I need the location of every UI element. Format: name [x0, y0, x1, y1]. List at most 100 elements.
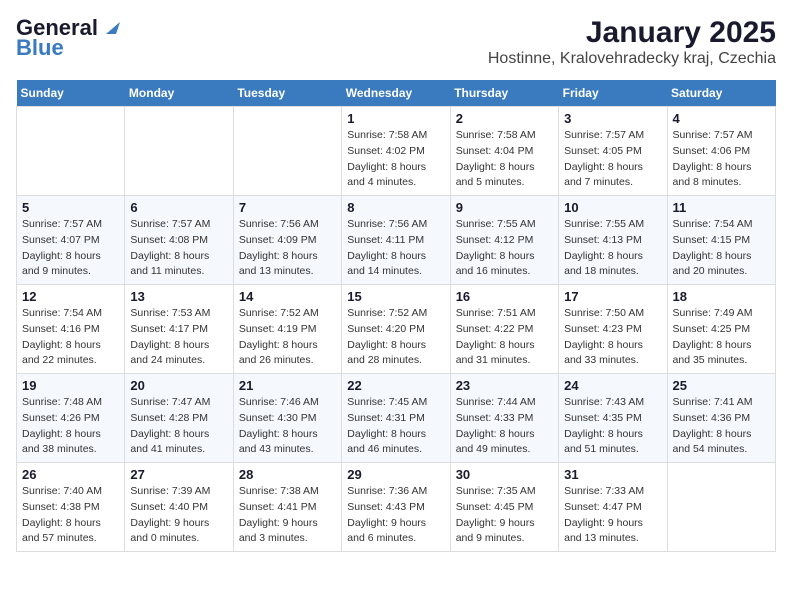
title-block: January 2025 Hostinne, Kralovehradecky k… — [488, 16, 776, 68]
day-number: 31 — [564, 467, 661, 482]
day-number: 17 — [564, 289, 661, 304]
day-detail: Sunrise: 7:38 AMSunset: 4:41 PMDaylight:… — [239, 484, 336, 547]
day-number: 25 — [673, 378, 770, 393]
day-detail: Sunrise: 7:49 AMSunset: 4:25 PMDaylight:… — [673, 306, 770, 369]
day-number: 27 — [130, 467, 227, 482]
calendar-subtitle: Hostinne, Kralovehradecky kraj, Czechia — [488, 50, 776, 68]
day-number: 6 — [130, 200, 227, 215]
day-cell: 1 Sunrise: 7:58 AMSunset: 4:02 PMDaylight… — [342, 107, 450, 196]
day-detail: Sunrise: 7:56 AMSunset: 4:11 PMDaylight:… — [347, 217, 444, 280]
day-detail: Sunrise: 7:57 AMSunset: 4:06 PMDaylight:… — [673, 128, 770, 191]
day-detail: Sunrise: 7:55 AMSunset: 4:12 PMDaylight:… — [456, 217, 553, 280]
day-number: 29 — [347, 467, 444, 482]
day-detail: Sunrise: 7:35 AMSunset: 4:45 PMDaylight:… — [456, 484, 553, 547]
calendar-title: January 2025 — [488, 16, 776, 50]
day-detail: Sunrise: 7:45 AMSunset: 4:31 PMDaylight:… — [347, 395, 444, 458]
day-cell: 6 Sunrise: 7:57 AMSunset: 4:08 PMDaylight… — [125, 196, 233, 285]
day-detail: Sunrise: 7:48 AMSunset: 4:26 PMDaylight:… — [22, 395, 119, 458]
day-cell: 2 Sunrise: 7:58 AMSunset: 4:04 PMDaylight… — [450, 107, 558, 196]
day-number: 19 — [22, 378, 119, 393]
day-number: 15 — [347, 289, 444, 304]
day-detail: Sunrise: 7:46 AMSunset: 4:30 PMDaylight:… — [239, 395, 336, 458]
day-number: 16 — [456, 289, 553, 304]
day-number: 5 — [22, 200, 119, 215]
day-number: 23 — [456, 378, 553, 393]
day-cell: 28 Sunrise: 7:38 AMSunset: 4:41 PMDayligh… — [233, 463, 341, 552]
day-detail: Sunrise: 7:54 AMSunset: 4:16 PMDaylight:… — [22, 306, 119, 369]
day-number: 22 — [347, 378, 444, 393]
day-cell: 19 Sunrise: 7:48 AMSunset: 4:26 PMDayligh… — [17, 374, 125, 463]
day-cell: 8 Sunrise: 7:56 AMSunset: 4:11 PMDaylight… — [342, 196, 450, 285]
day-detail: Sunrise: 7:56 AMSunset: 4:09 PMDaylight:… — [239, 217, 336, 280]
day-number: 3 — [564, 111, 661, 126]
week-row-2: 5 Sunrise: 7:57 AMSunset: 4:07 PMDaylight… — [17, 196, 776, 285]
day-cell: 9 Sunrise: 7:55 AMSunset: 4:12 PMDaylight… — [450, 196, 558, 285]
day-cell: 3 Sunrise: 7:57 AMSunset: 4:05 PMDaylight… — [559, 107, 667, 196]
day-number: 20 — [130, 378, 227, 393]
day-cell: 4Sunrise: 7:57 AMSunset: 4:06 PMDaylight… — [667, 107, 775, 196]
day-cell: 20 Sunrise: 7:47 AMSunset: 4:28 PMDayligh… — [125, 374, 233, 463]
day-cell: 18Sunrise: 7:49 AMSunset: 4:25 PMDayligh… — [667, 285, 775, 374]
week-row-1: 1 Sunrise: 7:58 AMSunset: 4:02 PMDaylight… — [17, 107, 776, 196]
day-cell: 12 Sunrise: 7:54 AMSunset: 4:16 PMDayligh… — [17, 285, 125, 374]
col-header-wednesday: Wednesday — [342, 80, 450, 107]
day-cell — [17, 107, 125, 196]
day-cell: 27 Sunrise: 7:39 AMSunset: 4:40 PMDayligh… — [125, 463, 233, 552]
day-cell: 16 Sunrise: 7:51 AMSunset: 4:22 PMDayligh… — [450, 285, 558, 374]
day-number: 30 — [456, 467, 553, 482]
page-header: General Blue January 2025 Hostinne, Kral… — [16, 16, 776, 68]
day-cell — [125, 107, 233, 196]
day-detail: Sunrise: 7:51 AMSunset: 4:22 PMDaylight:… — [456, 306, 553, 369]
day-cell: 24 Sunrise: 7:43 AMSunset: 4:35 PMDayligh… — [559, 374, 667, 463]
day-detail: Sunrise: 7:40 AMSunset: 4:38 PMDaylight:… — [22, 484, 119, 547]
day-detail: Sunrise: 7:43 AMSunset: 4:35 PMDaylight:… — [564, 395, 661, 458]
day-detail: Sunrise: 7:57 AMSunset: 4:05 PMDaylight:… — [564, 128, 661, 191]
day-number: 2 — [456, 111, 553, 126]
week-row-5: 26 Sunrise: 7:40 AMSunset: 4:38 PMDayligh… — [17, 463, 776, 552]
day-detail: Sunrise: 7:44 AMSunset: 4:33 PMDaylight:… — [456, 395, 553, 458]
day-detail: Sunrise: 7:47 AMSunset: 4:28 PMDaylight:… — [130, 395, 227, 458]
day-detail: Sunrise: 7:41 AMSunset: 4:36 PMDaylight:… — [673, 395, 770, 458]
day-number: 8 — [347, 200, 444, 215]
col-header-friday: Friday — [559, 80, 667, 107]
day-cell: 30 Sunrise: 7:35 AMSunset: 4:45 PMDayligh… — [450, 463, 558, 552]
day-cell: 7Sunrise: 7:56 AMSunset: 4:09 PMDaylight… — [233, 196, 341, 285]
day-cell: 31 Sunrise: 7:33 AMSunset: 4:47 PMDayligh… — [559, 463, 667, 552]
day-detail: Sunrise: 7:36 AMSunset: 4:43 PMDaylight:… — [347, 484, 444, 547]
day-detail: Sunrise: 7:52 AMSunset: 4:20 PMDaylight:… — [347, 306, 444, 369]
day-detail: Sunrise: 7:57 AMSunset: 4:08 PMDaylight:… — [130, 217, 227, 280]
day-cell: 5 Sunrise: 7:57 AMSunset: 4:07 PMDaylight… — [17, 196, 125, 285]
day-cell — [233, 107, 341, 196]
day-number: 26 — [22, 467, 119, 482]
day-cell: 29 Sunrise: 7:36 AMSunset: 4:43 PMDayligh… — [342, 463, 450, 552]
day-detail: Sunrise: 7:33 AMSunset: 4:47 PMDaylight:… — [564, 484, 661, 547]
day-cell: 21 Sunrise: 7:46 AMSunset: 4:30 PMDayligh… — [233, 374, 341, 463]
col-header-thursday: Thursday — [450, 80, 558, 107]
day-number: 28 — [239, 467, 336, 482]
day-number: 13 — [130, 289, 227, 304]
day-number: 1 — [347, 111, 444, 126]
day-detail: Sunrise: 7:52 AMSunset: 4:19 PMDaylight:… — [239, 306, 336, 369]
day-detail: Sunrise: 7:53 AMSunset: 4:17 PMDaylight:… — [130, 306, 227, 369]
day-detail: Sunrise: 7:50 AMSunset: 4:23 PMDaylight:… — [564, 306, 661, 369]
col-header-saturday: Saturday — [667, 80, 775, 107]
day-number: 9 — [456, 200, 553, 215]
day-cell: 14 Sunrise: 7:52 AMSunset: 4:19 PMDayligh… — [233, 285, 341, 374]
day-cell: 22 Sunrise: 7:45 AMSunset: 4:31 PMDayligh… — [342, 374, 450, 463]
day-cell: 17 Sunrise: 7:50 AMSunset: 4:23 PMDayligh… — [559, 285, 667, 374]
day-number: 24 — [564, 378, 661, 393]
col-header-monday: Monday — [125, 80, 233, 107]
day-cell: 25 Sunrise: 7:41 AMSunset: 4:36 PMDayligh… — [667, 374, 775, 463]
day-detail: Sunrise: 7:58 AMSunset: 4:02 PMDaylight:… — [347, 128, 444, 191]
day-detail: Sunrise: 7:39 AMSunset: 4:40 PMDaylight:… — [130, 484, 227, 547]
calendar-table: SundayMondayTuesdayWednesdayThursdayFrid… — [16, 80, 776, 552]
day-cell: 13 Sunrise: 7:53 AMSunset: 4:17 PMDayligh… — [125, 285, 233, 374]
day-number: 21 — [239, 378, 336, 393]
day-number: 14 — [239, 289, 336, 304]
day-number: 12 — [22, 289, 119, 304]
day-cell: 23 Sunrise: 7:44 AMSunset: 4:33 PMDayligh… — [450, 374, 558, 463]
day-detail: Sunrise: 7:58 AMSunset: 4:04 PMDaylight:… — [456, 128, 553, 191]
day-number: 10 — [564, 200, 661, 215]
day-detail: Sunrise: 7:57 AMSunset: 4:07 PMDaylight:… — [22, 217, 119, 280]
day-cell: 11Sunrise: 7:54 AMSunset: 4:15 PMDayligh… — [667, 196, 775, 285]
